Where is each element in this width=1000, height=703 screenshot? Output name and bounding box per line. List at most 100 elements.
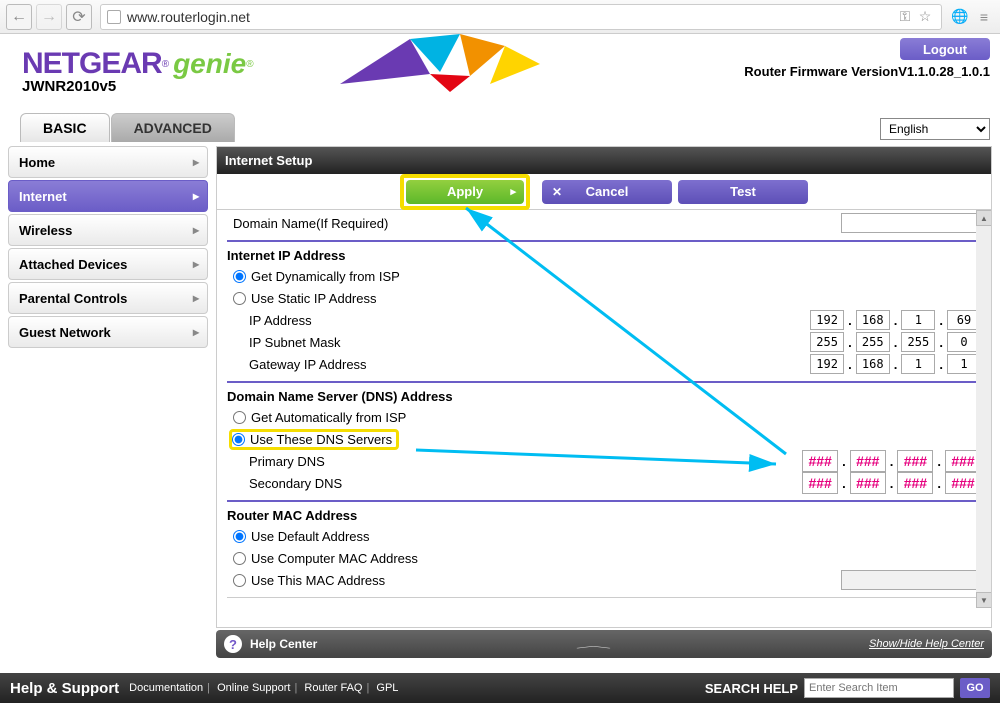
domain-name-label: Domain Name(If Required) [233, 216, 841, 231]
help-icon: ? [224, 635, 242, 653]
help-center-bar[interactable]: ? Help Center ︿ Show/Hide Help Center [216, 630, 992, 658]
site-icon [107, 10, 121, 24]
menu-icon[interactable]: ≡ [974, 7, 994, 27]
reload-button[interactable]: ⟳ [66, 4, 92, 30]
tab-advanced[interactable]: ADVANCED [111, 113, 235, 142]
dns-manual-row: Use These DNS Servers [227, 428, 981, 450]
mac-this-radio[interactable] [233, 574, 246, 587]
sidebar-item-internet[interactable]: Internet ▸ [8, 180, 208, 212]
chevron-right-icon: ▸ [193, 223, 199, 237]
sidebar: Home ▸ Internet ▸ Wireless ▸ Attached Devic… [8, 146, 208, 628]
back-button[interactable]: ← [6, 4, 32, 30]
link-documentation[interactable]: Documentation [129, 682, 203, 694]
link-online-support[interactable]: Online Support [217, 682, 290, 694]
language-select[interactable]: English [880, 118, 990, 140]
domain-name-row: Domain Name(If Required) [227, 212, 981, 234]
mac-section-title: Router MAC Address [227, 508, 981, 523]
sidebar-item-label: Home [19, 155, 55, 170]
subnet-mask-input[interactable]: 255.255.255.0 [810, 332, 981, 352]
page-title: Internet Setup [217, 147, 991, 174]
go-button[interactable]: GO [960, 678, 990, 698]
ip-static-radio[interactable] [233, 292, 246, 305]
forward-button[interactable]: → [36, 4, 62, 30]
link-gpl[interactable]: GPL [376, 682, 398, 694]
ip-section-title: Internet IP Address [227, 248, 981, 263]
chevron-right-icon: ▸ [193, 291, 199, 305]
sidebar-item-label: Wireless [19, 223, 72, 238]
link-router-faq[interactable]: Router FAQ [304, 682, 362, 694]
mac-default-row: Use Default Address [227, 525, 981, 547]
ip-dynamic-row: Get Dynamically from ISP [227, 265, 981, 287]
help-center-toggle[interactable]: Show/Hide Help Center [869, 638, 984, 650]
model-number: JWNR2010v5 [22, 78, 116, 95]
primary-dns-row: Primary DNS ###.###.###.### [227, 450, 981, 472]
browser-toolbar: ← → ⟳ www.routerlogin.net ⚿ ☆ 🌐 ≡ [0, 0, 1000, 34]
globe-icon[interactable]: 🌐 [950, 7, 970, 27]
address-bar[interactable]: www.routerlogin.net ⚿ ☆ [100, 4, 942, 30]
apply-button[interactable]: Apply [406, 180, 524, 204]
mac-default-radio[interactable] [233, 530, 246, 543]
help-center-title: Help Center [250, 637, 317, 651]
decorative-kite [340, 34, 560, 94]
action-button-row: Apply Cancel Test [217, 174, 991, 210]
genie-logo: genie [173, 48, 246, 80]
sidebar-item-label: Attached Devices [19, 257, 127, 272]
tab-basic[interactable]: BASIC [20, 113, 110, 142]
page-header: NETGEAR ® genie ® Logout Router Firmware… [0, 34, 1000, 94]
sidebar-item-wireless[interactable]: Wireless ▸ [8, 214, 208, 246]
scrollbar[interactable]: ▲ ▼ [976, 210, 991, 608]
domain-name-input[interactable] [841, 213, 981, 233]
registered-icon: ® [162, 59, 169, 70]
cancel-button[interactable]: Cancel [542, 180, 672, 204]
chevron-right-icon: ▸ [193, 189, 199, 203]
scroll-down-icon[interactable]: ▼ [976, 592, 991, 608]
logout-button[interactable]: Logout [900, 38, 990, 60]
mac-this-row: Use This MAC Address [227, 569, 981, 591]
chevron-right-icon: ▸ [193, 325, 199, 339]
dns-manual-radio[interactable] [232, 433, 245, 446]
form-body: Domain Name(If Required) Internet IP Add… [217, 210, 991, 608]
scroll-up-icon[interactable]: ▲ [976, 210, 991, 226]
footer-links: Documentation| Online Support| Router FA… [129, 682, 398, 694]
sidebar-item-attached-devices[interactable]: Attached Devices ▸ [8, 248, 208, 280]
gateway-row: Gateway IP Address 192.168.1.1 [227, 353, 981, 375]
search-input[interactable] [804, 678, 954, 698]
mac-computer-radio[interactable] [233, 552, 246, 565]
ip-static-row: Use Static IP Address [227, 287, 981, 309]
url-text: www.routerlogin.net [127, 9, 895, 25]
sidebar-item-label: Guest Network [19, 325, 111, 340]
gateway-input[interactable]: 192.168.1.1 [810, 354, 981, 374]
dns-auto-radio[interactable] [233, 411, 246, 424]
test-button[interactable]: Test [678, 180, 808, 204]
dns-auto-row: Get Automatically from ISP [227, 406, 981, 428]
chevron-right-icon: ▸ [193, 155, 199, 169]
sidebar-item-guest-network[interactable]: Guest Network ▸ [8, 316, 208, 348]
apply-highlight: Apply [400, 174, 530, 210]
sidebar-item-label: Parental Controls [19, 291, 127, 306]
firmware-version: Router Firmware VersionV1.1.0.28_1.0.1 [744, 64, 990, 79]
tab-bar: BASIC ADVANCED English [0, 114, 1000, 142]
ip-address-input[interactable]: 192.168.1.69 [810, 310, 981, 330]
key-icon[interactable]: ⚿ [895, 7, 915, 27]
registered-icon: ® [246, 59, 253, 70]
mac-computer-row: Use Computer MAC Address [227, 547, 981, 569]
chevron-right-icon: ▸ [193, 257, 199, 271]
secondary-dns-input[interactable]: ###.###.###.### [802, 472, 981, 494]
help-support-title: Help & Support [10, 680, 119, 697]
sidebar-item-home[interactable]: Home ▸ [8, 146, 208, 178]
sidebar-item-parental-controls[interactable]: Parental Controls ▸ [8, 282, 208, 314]
ip-dynamic-radio[interactable] [233, 270, 246, 283]
footer: Help & Support Documentation| Online Sup… [0, 673, 1000, 703]
dns-manual-highlight: Use These DNS Servers [229, 429, 399, 450]
mac-address-input[interactable] [841, 570, 981, 590]
ip-address-row: IP Address 192.168.1.69 [227, 309, 981, 331]
subnet-mask-row: IP Subnet Mask 255.255.255.0 [227, 331, 981, 353]
dns-section-title: Domain Name Server (DNS) Address [227, 389, 981, 404]
netgear-logo: NETGEAR [22, 47, 162, 81]
primary-dns-input[interactable]: ###.###.###.### [802, 450, 981, 472]
content-panel: Internet Setup Apply Cancel Test Domain … [216, 146, 992, 628]
search-label: SEARCH HELP [705, 681, 798, 696]
secondary-dns-row: Secondary DNS ###.###.###.### [227, 472, 981, 494]
star-icon[interactable]: ☆ [915, 7, 935, 27]
sidebar-item-label: Internet [19, 189, 67, 204]
